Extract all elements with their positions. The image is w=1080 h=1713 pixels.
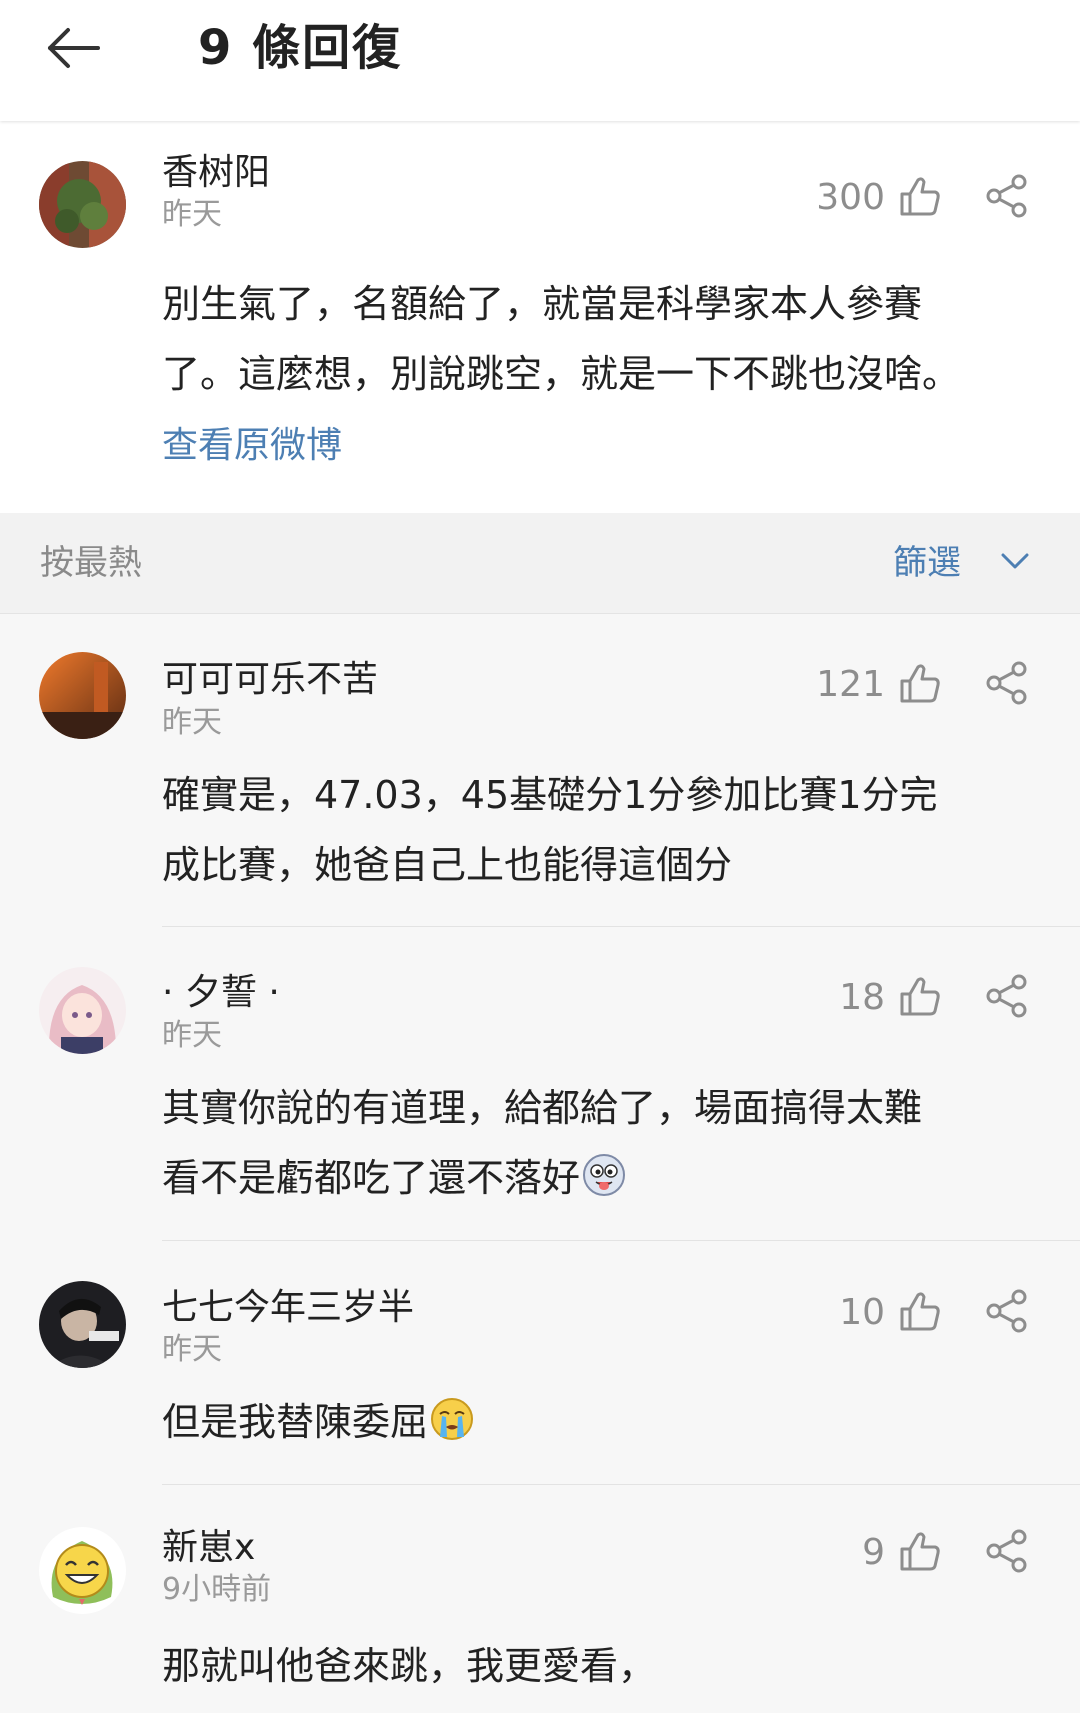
timestamp: 昨天	[162, 197, 222, 232]
like-count: 300	[816, 177, 885, 218]
avatar[interactable]	[39, 1281, 126, 1368]
like-count: 10	[839, 1292, 885, 1333]
arrow-left-icon	[48, 28, 100, 68]
timestamp: 9小時前	[162, 1572, 272, 1607]
share-icon[interactable]	[984, 173, 1030, 219]
timestamp: 昨天	[162, 1332, 222, 1367]
share-icon[interactable]	[984, 660, 1030, 706]
root-comment-card: 香树阳 昨天 300 別生氣了，名額給了，就當是科學家本人參賽 了。這麼想，別說…	[0, 121, 1080, 513]
comment-text: 其實你說的有道理，給都給了，場面搞得太難 看不是虧都吃了還不落好	[162, 1073, 1042, 1213]
comment-text: 但是我替陳委屈	[162, 1387, 1042, 1457]
thumbs-up-icon[interactable]	[898, 174, 942, 218]
like-count: 121	[816, 664, 885, 705]
like-count: 9	[862, 1532, 885, 1573]
filter-button[interactable]: 篩選	[893, 539, 961, 587]
reply-item: · 夕誓 · 昨天 18 其實你說的有道理，給都給了，場面搞得太難 看不是虧都吃…	[0, 927, 1080, 1240]
avatar[interactable]	[39, 967, 126, 1054]
comment-text: 別生氣了，名額給了，就當是科學家本人參賽 了。這麼想，別說跳空，就是一下不跳也沒…	[162, 282, 961, 396]
view-original-link[interactable]: 查看原微博	[162, 424, 342, 468]
reply-item: 可可可乐不苦 昨天 121 確實是，47.03，45基礎分1分參加比賽1分完 成…	[0, 613, 1080, 926]
share-icon[interactable]	[984, 1528, 1030, 1574]
comment-text: 確實是，47.03，45基礎分1分參加比賽1分完 成比賽，她爸自己上也能得這個分	[162, 773, 938, 887]
comment-text: 那就叫他爸來跳，我更愛看，	[162, 1644, 657, 1688]
header-bar: 9 條回復	[0, 0, 1080, 121]
page-title: 9 條回復	[198, 20, 403, 76]
comment-text-content: 但是我替陳委屈	[162, 1400, 429, 1444]
back-button[interactable]	[44, 20, 116, 76]
thumbs-up-icon[interactable]	[898, 974, 942, 1018]
thumbs-up-icon[interactable]	[898, 1529, 942, 1573]
avatar[interactable]	[39, 1527, 126, 1614]
share-icon[interactable]	[984, 1288, 1030, 1334]
chevron-down-icon[interactable]	[1000, 551, 1030, 571]
username[interactable]: 香树阳	[162, 151, 270, 195]
reply-item: 七七今年三岁半 昨天 10 但是我替陳委屈	[0, 1241, 1080, 1484]
avatar[interactable]	[39, 652, 126, 739]
reply-item: 新崽x 9小時前 9 那就叫他爸來跳，我更愛看，	[0, 1485, 1080, 1713]
sort-bar: 按最熱 篩選	[0, 513, 1080, 614]
username[interactable]: 新崽x	[162, 1526, 255, 1570]
username[interactable]: · 夕誓 ·	[162, 971, 280, 1015]
thumbs-up-icon[interactable]	[898, 661, 942, 705]
timestamp: 昨天	[162, 705, 222, 740]
sort-label[interactable]: 按最熱	[40, 541, 142, 585]
username[interactable]: 七七今年三岁半	[162, 1286, 414, 1330]
crying-face-icon	[431, 1398, 474, 1440]
share-icon[interactable]	[984, 973, 1030, 1019]
username[interactable]: 可可可乐不苦	[162, 658, 378, 702]
tongue-out-face-icon	[583, 1154, 626, 1196]
comment-text-content: 其實你說的有道理，給都給了，場面搞得太難 看不是虧都吃了還不落好	[162, 1086, 923, 1200]
timestamp: 昨天	[162, 1018, 222, 1053]
thumbs-up-icon[interactable]	[898, 1289, 942, 1333]
like-count: 18	[839, 977, 885, 1018]
avatar[interactable]	[39, 161, 126, 248]
